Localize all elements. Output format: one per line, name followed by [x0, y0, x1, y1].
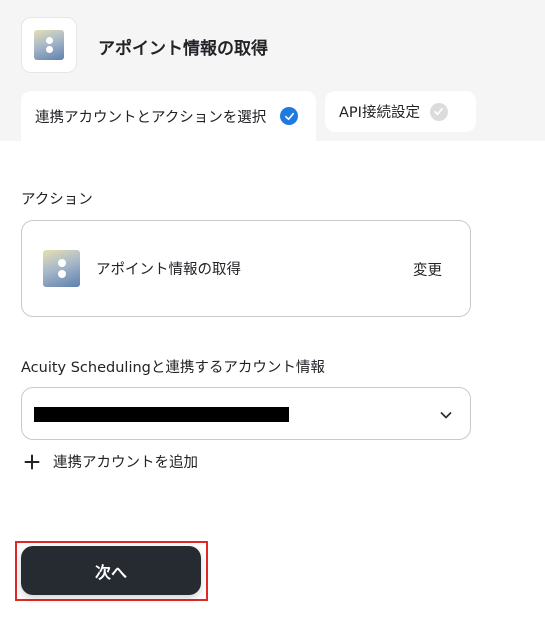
account-section-label: Acuity Schedulingと連携するアカウント情報	[21, 360, 325, 376]
change-action-button[interactable]: 変更	[413, 259, 442, 280]
tab-account-action[interactable]: 連携アカウントとアクションを選択	[21, 91, 316, 141]
tab-label: 連携アカウントとアクションを選択	[35, 109, 267, 126]
action-name: アポイント情報の取得	[96, 262, 241, 278]
account-select[interactable]	[21, 387, 471, 440]
acuity-scheduling-logo-icon	[34, 30, 64, 60]
action-section-label: アクション	[21, 192, 93, 208]
check-circle-icon	[429, 102, 448, 121]
action-card: アポイント情報の取得 変更	[21, 220, 471, 317]
tab-api-settings[interactable]: API接続設定	[325, 91, 476, 132]
next-button[interactable]: 次へ	[21, 546, 201, 595]
page-title: アポイント情報の取得	[98, 39, 268, 59]
acuity-scheduling-logo-icon	[43, 250, 80, 287]
app-logo	[21, 17, 77, 73]
add-account-label: 連携アカウントを追加	[53, 455, 198, 471]
plus-icon	[24, 454, 40, 469]
chevron-down-icon	[440, 412, 452, 419]
tab-label: API接続設定	[339, 105, 420, 121]
add-account-link[interactable]: 連携アカウントを追加	[24, 451, 198, 472]
account-value-redacted	[34, 407, 289, 422]
check-circle-icon	[280, 107, 299, 125]
